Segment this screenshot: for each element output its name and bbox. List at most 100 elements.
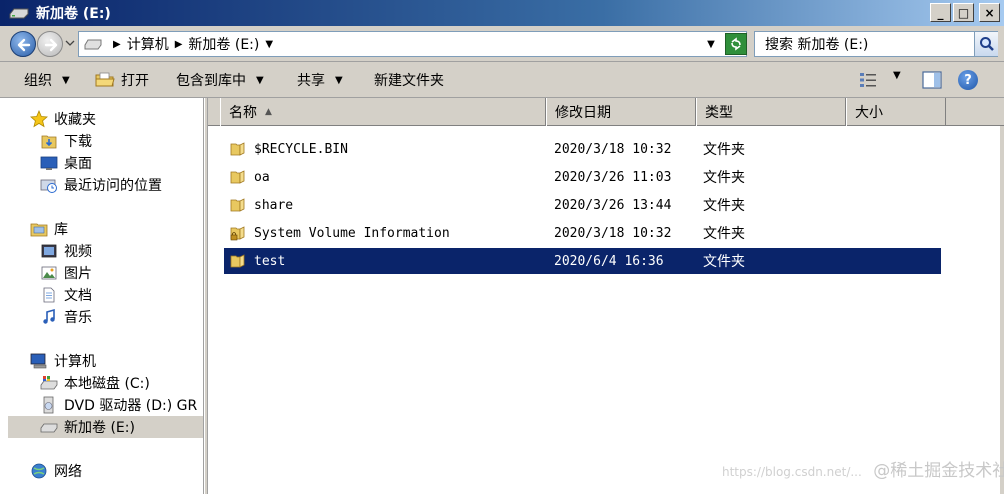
sidebar-item-videos[interactable]: 视频 bbox=[40, 240, 92, 262]
breadcrumb-computer[interactable]: 计算机 bbox=[127, 34, 169, 54]
column-header-label: 大小 bbox=[855, 105, 883, 121]
address-history-dropdown[interactable]: ▼ bbox=[703, 32, 719, 56]
sidebar-item-label: 新加卷 (E:) bbox=[64, 420, 135, 436]
drive-icon bbox=[40, 423, 58, 433]
folder-icon bbox=[230, 142, 245, 156]
file-list: 名称 ▲ 修改日期 类型 大小 $RECYCLE.BIN 2020/3/18 1… bbox=[208, 98, 1004, 494]
column-header-label: 类型 bbox=[705, 105, 733, 121]
column-header-type[interactable]: 类型 bbox=[696, 98, 846, 126]
sidebar-item-label: 最近访问的位置 bbox=[64, 178, 162, 194]
table-row[interactable]: oa 2020/3/26 11:03 文件夹 bbox=[224, 164, 941, 190]
chevron-right-icon[interactable]: ▶ bbox=[113, 39, 121, 50]
column-header-date[interactable]: 修改日期 bbox=[546, 98, 696, 126]
sidebar-item-pictures[interactable]: 图片 bbox=[40, 262, 92, 284]
chevron-down-icon: ▼ bbox=[256, 74, 264, 86]
history-dropdown-icon[interactable] bbox=[65, 38, 75, 48]
sidebar-item-new-volume-e[interactable]: 新加卷 (E:) bbox=[8, 416, 203, 438]
watermark-url: https://blog.csdn.net/... bbox=[722, 465, 862, 479]
new-folder-button[interactable]: 新建文件夹 bbox=[374, 62, 444, 98]
sidebar-item-documents[interactable]: 文档 bbox=[40, 284, 92, 306]
include-in-library-label: 包含到库中 bbox=[176, 73, 246, 89]
preview-pane-icon[interactable] bbox=[922, 70, 942, 90]
column-header-row: 名称 ▲ 修改日期 类型 大小 bbox=[208, 98, 1004, 126]
sidebar-item-dvd-drive-d[interactable]: DVD 驱动器 (D:) GR bbox=[40, 394, 197, 416]
library-icon bbox=[30, 223, 48, 237]
title-bar[interactable]: 新加卷 (E:) _ □ × bbox=[0, 0, 1004, 26]
share-label: 共享 bbox=[297, 73, 325, 89]
video-library-icon bbox=[41, 244, 57, 258]
picture-library-icon bbox=[41, 266, 57, 280]
breadcrumb: ▶ 计算机 ▶ 新加卷 (E:) ▼ bbox=[107, 34, 279, 54]
table-row[interactable]: System Volume Information 2020/3/18 10:3… bbox=[224, 220, 941, 246]
sidebar-item-recent-places[interactable]: 最近访问的位置 bbox=[40, 174, 162, 196]
drive-icon bbox=[84, 39, 102, 50]
sidebar-item-label: 视频 bbox=[64, 244, 92, 260]
table-row[interactable]: test 2020/6/4 16:36 文件夹 bbox=[224, 248, 941, 274]
document-library-icon bbox=[43, 287, 55, 303]
table-row[interactable]: $RECYCLE.BIN 2020/3/18 10:32 文件夹 bbox=[224, 136, 941, 162]
sidebar-item-label: 网络 bbox=[54, 464, 82, 480]
close-button[interactable]: × bbox=[979, 3, 1000, 22]
help-icon[interactable]: ? bbox=[958, 70, 978, 90]
sidebar-item-label: 下载 bbox=[64, 134, 92, 150]
minimize-button[interactable]: _ bbox=[930, 3, 951, 22]
sidebar-item-desktop[interactable]: 桌面 bbox=[40, 152, 92, 174]
sidebar-item-label: 本地磁盘 (C:) bbox=[64, 376, 150, 392]
folder-icon bbox=[230, 170, 245, 184]
column-header-label: 名称 bbox=[229, 105, 257, 121]
sidebar-item-label: 计算机 bbox=[54, 354, 96, 370]
chevron-down-icon[interactable]: ▼ bbox=[893, 70, 901, 81]
file-date: 2020/3/26 11:03 bbox=[554, 169, 672, 185]
forward-button[interactable] bbox=[37, 31, 63, 57]
breadcrumb-drive-e[interactable]: 新加卷 (E:) bbox=[188, 34, 259, 54]
include-in-library-button[interactable]: 包含到库中 ▼ bbox=[176, 62, 264, 98]
table-row[interactable]: share 2020/3/26 13:44 文件夹 bbox=[224, 192, 941, 218]
address-bar[interactable]: ▶ 计算机 ▶ 新加卷 (E:) ▼ bbox=[78, 31, 747, 57]
sidebar-item-music[interactable]: 音乐 bbox=[40, 306, 92, 328]
refresh-button[interactable] bbox=[725, 33, 747, 55]
column-header-name[interactable]: 名称 ▲ bbox=[220, 98, 546, 126]
dvd-drive-icon bbox=[43, 396, 54, 414]
sidebar-item-computer[interactable]: 计算机 bbox=[30, 350, 96, 372]
open-button[interactable]: 打开 bbox=[95, 62, 149, 98]
sidebar-item-favorites[interactable]: 收藏夹 bbox=[30, 108, 96, 130]
column-header-label: 修改日期 bbox=[555, 105, 611, 121]
maximize-button[interactable]: □ bbox=[953, 3, 974, 22]
file-name: $RECYCLE.BIN bbox=[254, 141, 348, 157]
sidebar-item-libraries[interactable]: 库 bbox=[30, 218, 68, 240]
search-button[interactable] bbox=[974, 32, 998, 56]
system-drive-icon bbox=[40, 376, 58, 390]
music-library-icon bbox=[43, 308, 55, 324]
address-row: ▶ 计算机 ▶ 新加卷 (E:) ▼ ▼ 搜索 新加卷 (E:) bbox=[0, 26, 1004, 62]
locked-folder-icon bbox=[230, 226, 245, 241]
sidebar-item-network[interactable]: 网络 bbox=[30, 460, 82, 482]
view-options-icon[interactable] bbox=[859, 71, 877, 89]
downloads-folder-icon bbox=[41, 135, 57, 149]
column-header-size[interactable]: 大小 bbox=[846, 98, 946, 126]
organize-button[interactable]: 组织 ▼ bbox=[24, 62, 70, 98]
file-name: oa bbox=[254, 169, 270, 185]
sidebar-item-label: 桌面 bbox=[64, 156, 92, 172]
sidebar-item-downloads[interactable]: 下载 bbox=[40, 130, 92, 152]
sidebar-item-label: 图片 bbox=[64, 266, 92, 282]
sidebar-item-local-disk-c[interactable]: 本地磁盘 (C:) bbox=[40, 372, 150, 394]
chevron-down-icon: ▼ bbox=[62, 74, 70, 86]
network-icon bbox=[31, 463, 47, 479]
watermark: https://blog.csdn.net/... @稀土掘金技术社区 bbox=[722, 456, 1004, 481]
file-type: 文件夹 bbox=[703, 170, 745, 186]
chevron-right-icon[interactable]: ▶ bbox=[175, 39, 183, 50]
back-button[interactable] bbox=[10, 31, 36, 57]
file-name: test bbox=[254, 253, 286, 269]
navigation-pane: 收藏夹 下载 桌面 最近访问的位置 库 视频 图片 文档 音乐 计算机 本地磁盘… bbox=[0, 98, 204, 494]
open-folder-icon bbox=[95, 72, 115, 87]
drive-icon bbox=[9, 8, 29, 19]
share-button[interactable]: 共享 ▼ bbox=[297, 62, 343, 98]
chevron-down-icon: ▼ bbox=[335, 74, 343, 86]
file-type: 文件夹 bbox=[703, 254, 745, 270]
watermark-text: @稀土掘金技术社区 bbox=[873, 461, 1004, 481]
computer-icon bbox=[30, 353, 47, 369]
search-input[interactable]: 搜索 新加卷 (E:) bbox=[754, 31, 998, 57]
back-arrow-icon bbox=[17, 38, 31, 52]
sidebar-item-label: 库 bbox=[54, 222, 68, 238]
chevron-down-icon[interactable]: ▼ bbox=[265, 39, 273, 50]
